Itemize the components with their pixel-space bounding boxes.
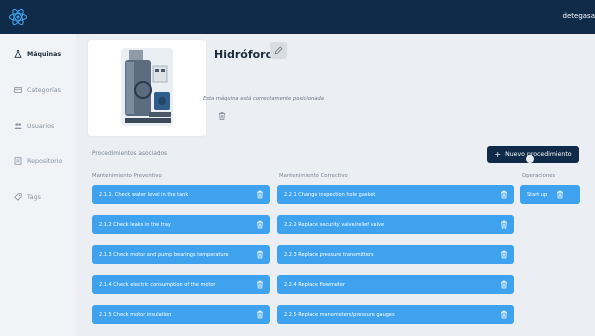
trash-icon[interactable]	[500, 220, 508, 229]
column-header-operations: Operaciones	[522, 173, 556, 179]
trash-icon[interactable]	[500, 250, 508, 259]
corrective-procedure-button[interactable]: 2.2.1 Change inspection hole gasket	[277, 185, 514, 204]
trash-icon[interactable]	[500, 190, 508, 199]
preventive-procedure-button[interactable]: 2.1.2 Check leaks in the tray	[92, 215, 270, 234]
corrective-procedure-button[interactable]: 2.2.4 Replace flowmeter	[277, 275, 514, 294]
sidebar-item-label: Usuarios	[27, 122, 55, 130]
preventive-procedure-label: 2.1.4 Check electric consumption of the …	[99, 281, 216, 288]
preventive-procedure-button[interactable]: 2.1.3 Check motor and pump bearings temp…	[92, 245, 270, 264]
preventive-procedure-label: 2.1.3 Check motor and pump bearings temp…	[99, 251, 229, 258]
delete-machine-trash-icon[interactable]	[217, 111, 227, 121]
preventive-procedure-button[interactable]: 2.1.5 Check motor insulation	[92, 305, 270, 324]
edit-button[interactable]	[270, 42, 287, 59]
machine-status: Esta máquina está correctamente posicion…	[203, 96, 324, 102]
sidebar-item-label: Máquinas	[27, 50, 62, 58]
sidebar-item-tags[interactable]: Tags	[14, 191, 41, 203]
trash-icon[interactable]	[256, 280, 264, 289]
card-icon	[14, 86, 22, 94]
corrective-procedure-button[interactable]: 2.2.5 Replace manometers/pressure gauges	[277, 305, 514, 324]
corrective-procedure-button[interactable]: 2.2.3 Replace pressure transmitters	[277, 245, 514, 264]
flask-icon	[14, 50, 22, 58]
trash-icon[interactable]	[256, 250, 264, 259]
procedures-section-label: Procedimientos asociados	[92, 151, 168, 157]
trash-icon[interactable]	[500, 310, 508, 319]
tag-icon	[14, 193, 22, 201]
column-header-preventive: Mantenimiento Preventivo	[92, 173, 162, 179]
top-bar: detegasa	[0, 0, 595, 34]
atom-icon[interactable]	[8, 7, 28, 27]
new-procedure-label: Nuevo procedimiento	[505, 151, 572, 158]
sidebar: Máquinas Categorías Usuarios Repositorio…	[0, 34, 69, 336]
preventive-procedure-button[interactable]: 2.1.4 Check electric consumption of the …	[92, 275, 270, 294]
trash-icon[interactable]	[556, 190, 564, 199]
corrective-procedure-label: 2.2.3 Replace pressure transmitters	[284, 251, 374, 258]
preventive-procedure-button[interactable]: 2.1.1. Check water level in the tank	[92, 185, 270, 204]
pencil-icon	[274, 46, 283, 55]
machine-image-card	[88, 40, 206, 136]
file-icon	[14, 157, 22, 165]
sidebar-item-repositorio[interactable]: Repositorio	[14, 155, 62, 167]
corrective-procedure-label: 2.2.5 Replace manometers/pressure gauges	[284, 311, 395, 318]
sidebar-item-categorias[interactable]: Categorías	[14, 84, 61, 96]
corrective-procedure-label: 2.2.4 Replace flowmeter	[284, 281, 346, 288]
sidebar-item-maquinas[interactable]: Máquinas	[14, 48, 61, 60]
column-header-corrective: Mantenimiento Correctivo	[279, 173, 348, 179]
page-title: Hidróforo	[214, 48, 274, 61]
sidebar-item-usuarios[interactable]: Usuarios	[14, 120, 54, 132]
operation-procedure-button[interactable]: Start up	[520, 185, 580, 204]
trash-icon[interactable]	[500, 280, 508, 289]
trash-icon[interactable]	[256, 220, 264, 229]
sidebar-item-label: Repositorio	[27, 157, 63, 165]
corrective-procedure-button[interactable]: 2.2.2 Replace security valve/relief valv…	[277, 215, 514, 234]
operation-procedure-label: Start up	[527, 191, 548, 198]
preventive-procedure-label: 2.1.2 Check leaks in the tray	[99, 221, 171, 228]
machine-image	[121, 48, 173, 126]
trash-icon[interactable]	[256, 310, 264, 319]
sidebar-item-label: Tags	[27, 193, 41, 201]
user-name[interactable]: detegasa	[563, 12, 595, 20]
corrective-procedure-label: 2.2.1 Change inspection hole gasket	[284, 191, 376, 198]
main-content: Hidróforo Esta máquina está correctament…	[76, 34, 595, 336]
trash-icon[interactable]	[256, 190, 264, 199]
preventive-procedure-label: 2.1.5 Check motor insulation	[99, 311, 172, 318]
corrective-procedure-label: 2.2.2 Replace security valve/relief valv…	[284, 221, 385, 228]
cursor-icon	[526, 155, 534, 163]
preventive-procedure-label: 2.1.1. Check water level in the tank	[99, 191, 189, 198]
users-icon	[14, 122, 22, 130]
sidebar-item-label: Categorías	[27, 86, 61, 94]
plus-icon: +	[494, 149, 502, 159]
